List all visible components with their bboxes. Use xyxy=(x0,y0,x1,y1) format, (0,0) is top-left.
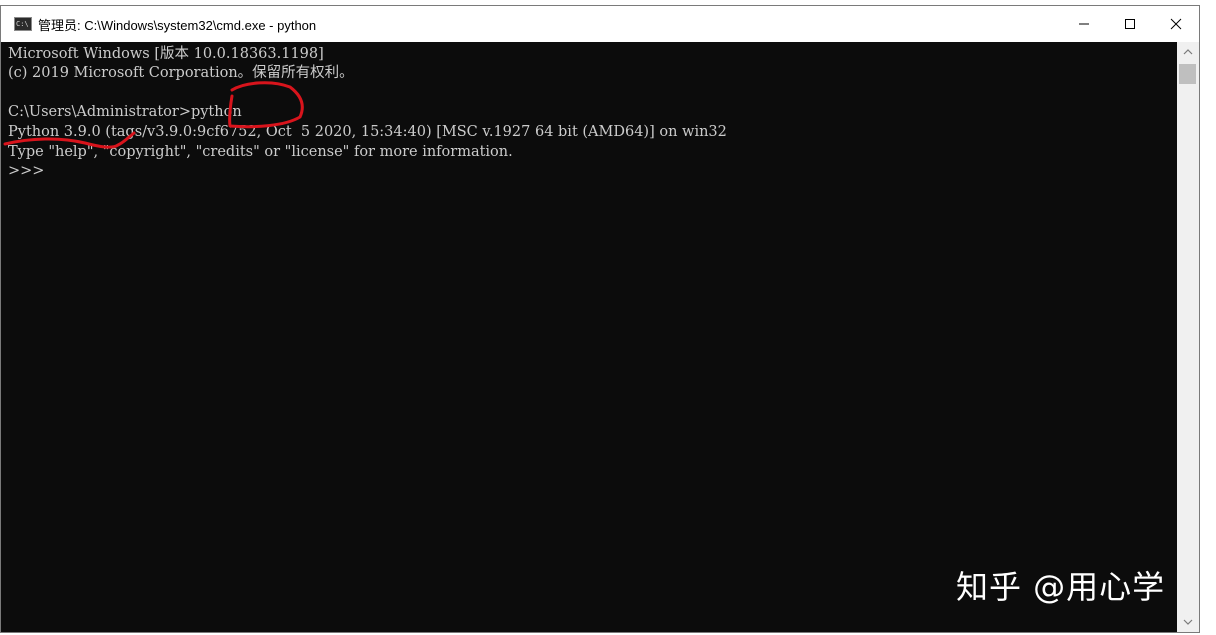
console-line: (c) 2019 Microsoft Corporation。保留所有权利。 xyxy=(8,65,354,81)
scroll-thumb[interactable] xyxy=(1179,64,1196,84)
console-output[interactable]: Microsoft Windows [版本 10.0.18363.1198] (… xyxy=(1,42,1177,632)
console-line: Type "help", "copyright", "credits" or "… xyxy=(8,144,513,160)
chevron-up-icon xyxy=(1183,49,1193,55)
cmd-window: C:\ 管理员: C:\Windows\system32\cmd.exe - p… xyxy=(0,5,1200,633)
scroll-up-button[interactable] xyxy=(1177,42,1199,62)
console-line: Python 3.9.0 (tags/v3.9.0:9cf6752, Oct 5… xyxy=(8,124,727,140)
console-line: Microsoft Windows [版本 10.0.18363.1198] xyxy=(8,46,324,62)
close-icon xyxy=(1170,18,1182,30)
window-title: 管理员: C:\Windows\system32\cmd.exe - pytho… xyxy=(38,17,317,33)
window-controls xyxy=(1061,6,1199,42)
vertical-scrollbar[interactable] xyxy=(1177,42,1199,632)
console-prompt: >>> xyxy=(8,163,45,179)
minimize-icon xyxy=(1079,23,1089,25)
maximize-icon xyxy=(1125,19,1135,29)
cmd-app-icon[interactable]: C:\ xyxy=(14,17,32,31)
minimize-button[interactable] xyxy=(1061,6,1107,42)
scroll-down-button[interactable] xyxy=(1177,612,1199,632)
chevron-down-icon xyxy=(1183,619,1193,625)
maximize-button[interactable] xyxy=(1107,6,1153,42)
title-bar[interactable]: C:\ 管理员: C:\Windows\system32\cmd.exe - p… xyxy=(1,6,1199,42)
console-line: C:\Users\Administrator>python xyxy=(8,104,242,120)
zhihu-watermark: 知乎 @用心学 xyxy=(956,568,1166,606)
close-button[interactable] xyxy=(1153,6,1199,42)
